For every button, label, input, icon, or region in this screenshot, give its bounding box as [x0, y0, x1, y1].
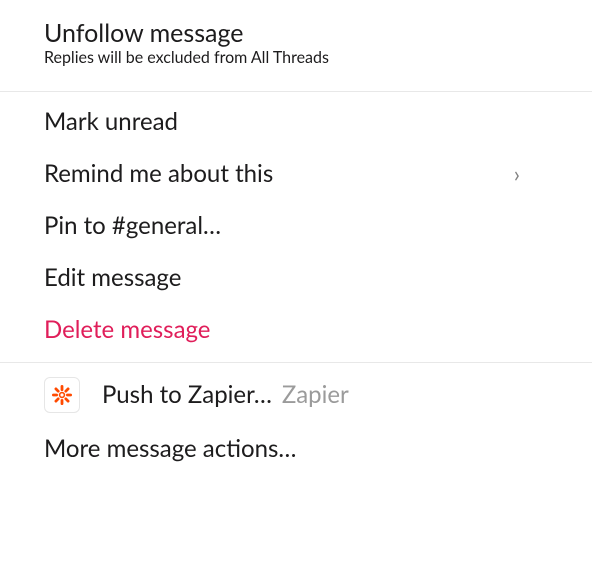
menu-item-unfollow[interactable]: Unfollow message Replies will be exclude…: [0, 4, 592, 85]
push-to-zapier-appname: Zapier: [282, 379, 349, 411]
section-follow: Unfollow message Replies will be exclude…: [0, 0, 592, 91]
menu-item-delete[interactable]: Delete message: [0, 304, 592, 356]
menu-item-edit[interactable]: Edit message: [0, 252, 592, 304]
remind-label: Remind me about this: [44, 158, 273, 190]
unfollow-subtitle: Replies will be excluded from All Thread…: [44, 48, 548, 67]
zapier-icon: [44, 377, 80, 413]
menu-item-pin[interactable]: Pin to #general…: [0, 200, 592, 252]
menu-item-more-actions[interactable]: More message actions…: [0, 423, 592, 475]
edit-label: Edit message: [44, 262, 181, 294]
delete-label: Delete message: [44, 314, 210, 346]
unfollow-title: Unfollow message: [44, 18, 548, 48]
chevron-right-icon: ›: [514, 158, 520, 190]
message-context-menu: Unfollow message Replies will be exclude…: [0, 0, 592, 481]
more-actions-label: More message actions…: [44, 433, 296, 465]
pin-label: Pin to #general…: [44, 210, 221, 242]
section-message-ops: Mark unread Remind me about this › Pin t…: [0, 92, 592, 362]
push-to-zapier-label: Push to Zapier…: [102, 379, 272, 411]
mark-unread-label: Mark unread: [44, 106, 178, 138]
menu-item-remind[interactable]: Remind me about this ›: [0, 148, 592, 200]
menu-item-push-to-zapier[interactable]: Push to Zapier… Zapier: [0, 367, 592, 423]
menu-item-mark-unread[interactable]: Mark unread: [0, 96, 592, 148]
section-app-actions: Push to Zapier… Zapier More message acti…: [0, 363, 592, 481]
